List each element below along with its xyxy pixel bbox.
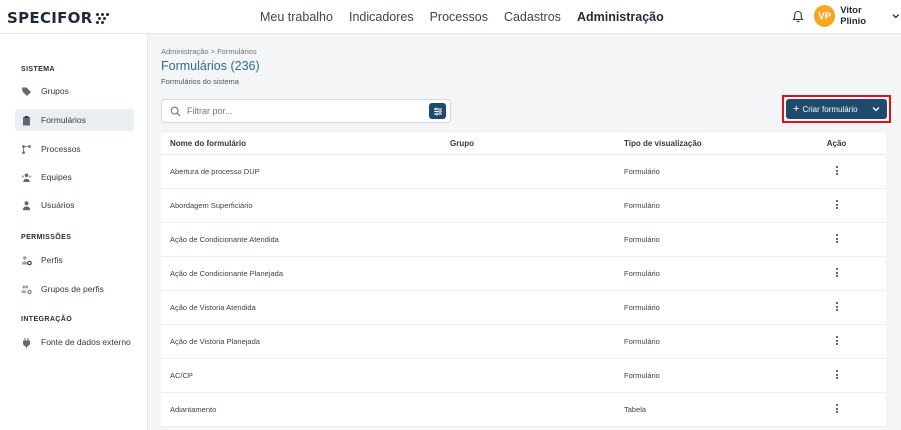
bell-icon[interactable] (792, 10, 804, 23)
team-icon (21, 173, 32, 182)
sidebar-item-label: Usuários (41, 200, 75, 210)
nav-cadastros[interactable]: Cadastros (504, 10, 561, 24)
cell-type: Formulário (624, 235, 660, 244)
cell-name: Ação de Condicionante Planejada (170, 269, 284, 278)
sidebar-item-equipes[interactable]: Equipes (15, 166, 134, 188)
sidebar-item-label: Processos (41, 144, 81, 154)
plug-icon (23, 337, 30, 348)
kebab-menu-icon[interactable] (835, 267, 838, 279)
cell-name: Ação de Condicionante Atendida (170, 235, 279, 244)
cell-name: Adiantamento (170, 405, 217, 414)
table-row[interactable]: Ação de Condicionante Planejada Formulár… (161, 257, 886, 291)
chevron-down-icon (892, 14, 900, 19)
cell-type: Formulário (624, 201, 660, 210)
table-row[interactable]: AC/CP Formulário (161, 359, 886, 393)
user-gear-icon (21, 255, 32, 265)
table-row[interactable]: Abertura de processo DUP Formulário (161, 155, 886, 189)
sidebar-item-label: Grupos de perfis (41, 284, 104, 294)
table-header: Nome do formulário Grupo Tipo de visuali… (161, 133, 886, 155)
search-input[interactable] (187, 106, 417, 116)
avatar: VP (814, 5, 836, 27)
cell-name: AC/CP (170, 371, 193, 380)
nav-meu-trabalho[interactable]: Meu trabalho (260, 10, 333, 24)
sidebar-section-permissoes: PERMISSÕES (21, 234, 72, 241)
table-row[interactable]: Ação de Condicionante Atendida Formulári… (161, 223, 886, 257)
logo[interactable]: SPECIFOR (7, 9, 110, 27)
page-title: Formulários (236) (161, 59, 260, 73)
kebab-menu-icon[interactable] (835, 335, 838, 347)
main-content: Administração > Formulários Formulários … (149, 34, 901, 430)
nav-administracao[interactable]: Administração (577, 10, 664, 24)
tag-icon (22, 87, 31, 96)
table-row[interactable]: Adiantamento Tabela (161, 393, 886, 427)
sidebar-item-label: Grupos (41, 86, 69, 96)
search-box[interactable] (161, 99, 451, 123)
column-header-name[interactable]: Nome do formulário (161, 139, 450, 148)
plus-icon: + (793, 102, 800, 115)
create-form-button[interactable]: + Criar formulário (786, 99, 887, 119)
cell-type: Formulário (624, 337, 660, 346)
column-header-action: Ação (826, 139, 847, 148)
sidebar-item-fonte-de-dados-externo[interactable]: Fonte de dados externo (15, 331, 134, 353)
page-subtitle: Formulários do sistema (161, 77, 239, 86)
sidebar-item-formularios[interactable]: Formulários (15, 109, 134, 131)
user-icon (22, 200, 31, 210)
clipboard-icon (23, 115, 30, 125)
sidebar-item-processos[interactable]: Processos (15, 138, 134, 160)
nav-processos[interactable]: Processos (430, 10, 488, 24)
cell-type: Formulário (624, 269, 660, 278)
sidebar-section-sistema: SISTEMA (21, 66, 55, 73)
sidebar-item-grupos-de-perfis[interactable]: Grupos de perfis (15, 278, 134, 300)
cell-type: Tabela (624, 405, 647, 414)
top-bar: SPECIFOR Meu trabalho Indicadores Proces… (0, 0, 901, 34)
kebab-menu-icon[interactable] (835, 199, 838, 211)
kebab-menu-icon[interactable] (835, 301, 838, 313)
kebab-menu-icon[interactable] (835, 233, 838, 245)
sidebar-section-integracao: INTEGRAÇÃO (21, 316, 73, 323)
forms-table: Nome do formulário Grupo Tipo de visuali… (161, 133, 886, 427)
cell-type: Formulário (624, 303, 660, 312)
table-row[interactable]: Ação de Vistoria Atendida Formulário (161, 291, 886, 325)
chevron-down-icon[interactable] (871, 104, 881, 114)
column-header-type[interactable]: Tipo de visualização (624, 139, 787, 148)
sidebar-item-perfis[interactable]: Perfis (15, 249, 134, 271)
create-form-label: Criar formulário (802, 104, 858, 114)
kebab-menu-icon[interactable] (835, 403, 838, 415)
filter-settings-button[interactable] (429, 103, 446, 119)
sidebar-item-label: Formulários (41, 115, 86, 125)
logo-dots-icon (95, 13, 110, 24)
sidebar-item-usuarios[interactable]: Usuários (15, 194, 134, 216)
kebab-menu-icon[interactable] (835, 369, 838, 381)
table-row[interactable]: Ação de Vistoria Planejada Formulário (161, 325, 886, 359)
nav-indicadores[interactable]: Indicadores (349, 10, 414, 24)
kebab-menu-icon[interactable] (835, 165, 838, 177)
create-button-highlight: + Criar formulário (782, 95, 891, 123)
cell-type: Formulário (624, 371, 660, 380)
table-row[interactable]: Abordagem Superficiário Formulário (161, 189, 886, 223)
sidebar-item-label: Perfis (41, 255, 63, 265)
cell-name: Abertura de processo DUP (170, 167, 260, 176)
sidebar-item-label: Equipes (41, 172, 72, 182)
process-icon (22, 144, 31, 154)
cell-name: Ação de Vistoria Atendida (170, 303, 256, 312)
main-nav: Meu trabalho Indicadores Processos Cadas… (260, 0, 680, 34)
user-name: Vitor Plinio (840, 5, 867, 27)
sidebar-item-grupos[interactable]: Grupos (15, 80, 134, 102)
breadcrumb[interactable]: Administração > Formulários (161, 47, 257, 56)
sliders-icon (433, 107, 442, 115)
column-header-group[interactable]: Grupo (450, 139, 624, 148)
cell-type: Formulário (624, 167, 660, 176)
users-gear-icon (21, 285, 32, 294)
sidebar: SISTEMA Grupos Formulários Processos Equ… (0, 34, 148, 430)
cell-name: Abordagem Superficiário (170, 201, 253, 210)
logo-text: SPECIFOR (7, 9, 93, 27)
user-menu[interactable]: VP Vitor Plinio (814, 5, 901, 27)
sidebar-item-label: Fonte de dados externo (41, 337, 131, 347)
search-icon (170, 106, 181, 116)
cell-name: Ação de Vistoria Planejada (170, 337, 260, 346)
